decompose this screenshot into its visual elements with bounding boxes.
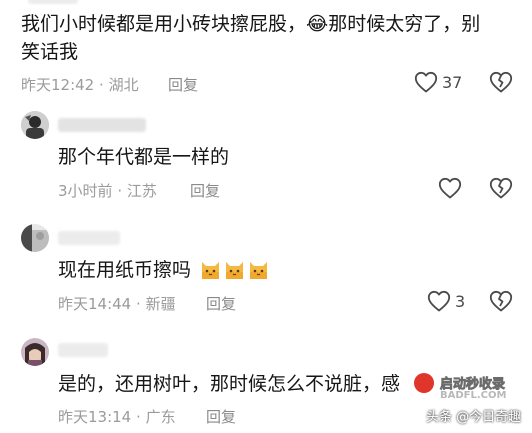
reply-2-username-blurred (58, 231, 120, 245)
reply-3-username-blurred (58, 343, 108, 357)
reply-3-text: 是的，还用树叶，那时候怎么不说脏，感 (58, 373, 401, 395)
cat-face-emoji-icon (202, 262, 220, 279)
comment-1-text: 我们小时候都是用小砖块擦屁股，😂那时候太穷了，别 (21, 10, 480, 38)
reply-2-meta: 昨天14:44 · 新疆 (58, 293, 176, 314)
heart-outline-icon (427, 290, 451, 312)
meta-separator: · (99, 76, 104, 94)
reply-1-text: 那个年代都是一样的 (58, 146, 230, 168)
reply-3-time: 昨天13:14 (58, 408, 132, 426)
reply-2-location: 新疆 (145, 295, 176, 313)
comment-1-like-button[interactable] (414, 71, 438, 93)
broken-heart-icon (489, 71, 513, 93)
reply-1-time: 3小时前 (58, 182, 113, 200)
reply-2-dislike-button[interactable] (489, 290, 513, 312)
avatar[interactable] (21, 111, 49, 139)
cat-face-emoji-icon (250, 262, 268, 279)
meta-separator: · (136, 295, 141, 313)
reply-3-meta: 昨天13:14 · 广东 (58, 406, 176, 427)
cat-face-emoji-icon (226, 262, 244, 279)
top-username-partial (28, 0, 78, 4)
reply-2-time: 昨天14:44 (58, 295, 132, 313)
avatar-image (21, 111, 49, 139)
reply-2-text: 现在用纸币擦吗 (58, 259, 192, 281)
reply-2-like-count: 3 (455, 292, 466, 311)
laughing-tears-emoji: 😂 (306, 13, 329, 35)
reply-1-like-button[interactable] (438, 177, 462, 199)
broken-heart-icon (489, 177, 513, 199)
watermark-author: 头条 @今日奇趣 (426, 410, 522, 425)
comment-1-like-count: 37 (442, 73, 463, 92)
comment-1-location: 湖北 (108, 76, 139, 94)
comment-1-text-part2: 那时候太穷了，别 (328, 13, 481, 35)
reply-2-text-row: 现在用纸币擦吗 (58, 256, 269, 284)
comment-1-time: 昨天12:42 (21, 76, 95, 94)
watermark-site-url: BADFL.COM (440, 390, 507, 401)
reply-1-reply-button[interactable]: 回复 (190, 180, 220, 201)
avatar[interactable] (21, 224, 49, 252)
reply-1-dislike-button[interactable] (489, 177, 513, 199)
comment-1-text-part1: 我们小时候都是用小砖块擦屁股， (21, 13, 307, 35)
avatar[interactable] (21, 338, 49, 366)
comment-1-reply-button[interactable]: 回复 (168, 74, 198, 95)
comment-1-meta: 昨天12:42 · 湖北 (21, 74, 139, 95)
meta-separator: · (136, 408, 141, 426)
comment-1-text-line2: 笑话我 (21, 41, 79, 63)
meta-separator: · (117, 182, 123, 200)
reply-1-username-blurred (58, 118, 146, 132)
avatar-image (21, 224, 49, 252)
comment-1-dislike-button[interactable] (489, 71, 513, 93)
reply-1-location: 江苏 (126, 182, 157, 200)
reply-1-meta: 3小时前 · 江苏 (58, 180, 157, 201)
reply-2-like-button[interactable] (427, 290, 451, 312)
reply-3-reply-button[interactable]: 回复 (206, 406, 236, 427)
heart-outline-icon (438, 177, 462, 199)
heart-outline-icon (414, 71, 438, 93)
watermark-logo-icon (414, 373, 434, 393)
reply-3-location: 广东 (145, 408, 176, 426)
broken-heart-icon (489, 290, 513, 312)
reply-2-reply-button[interactable]: 回复 (206, 293, 236, 314)
avatar-image (21, 338, 49, 366)
